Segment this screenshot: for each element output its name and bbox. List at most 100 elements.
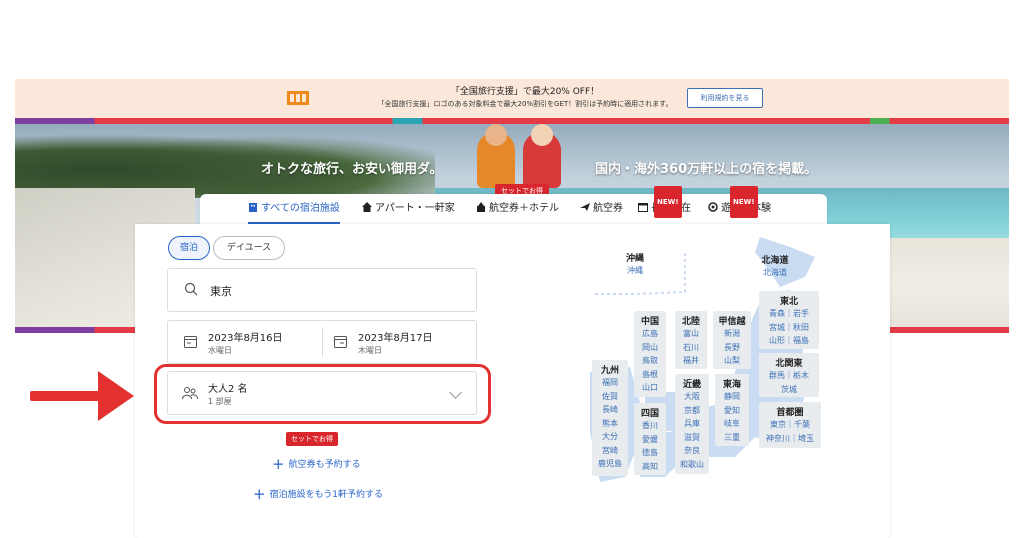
region-okinawa[interactable]: 沖縄 沖縄 — [617, 248, 653, 282]
tab-flight[interactable]: 航空券 — [580, 194, 623, 224]
pref-link[interactable]: 熊本 — [592, 417, 628, 431]
region-name: 北陸 — [681, 317, 700, 327]
pref-link[interactable]: 佐賀 — [592, 390, 628, 404]
pref-link[interactable]: 福井 — [675, 354, 707, 368]
pref-link[interactable]: 山梨 — [713, 354, 751, 368]
new-badge: NEW! — [730, 186, 758, 218]
pref-link[interactable]: 愛媛 — [634, 433, 666, 447]
stay-type-dayuse[interactable]: デイユース — [213, 236, 285, 260]
terms-button[interactable]: 利用規約を見る — [687, 88, 763, 108]
calendar-icon — [638, 203, 648, 212]
pref-link[interactable]: 青森｜岩手 — [759, 307, 819, 321]
pref-link[interactable]: 宮城｜秋田 — [759, 321, 819, 335]
tab-long-stay[interactable]: NEW! 長期滞在 — [638, 186, 691, 224]
tab-all-stays[interactable]: すべての宿泊施設 — [248, 194, 340, 224]
hero-stripe-top — [15, 118, 1009, 124]
region-name: 甲信越 — [718, 317, 746, 327]
region-kinki[interactable]: 近畿 大阪 京都 兵庫 滋賀 奈良 和歌山 — [675, 374, 709, 474]
pref-link[interactable]: 山形｜福島 — [759, 334, 819, 348]
pref-link[interactable]: 徳島 — [634, 446, 666, 460]
region-hokuriku[interactable]: 北陸 富山 石川 福井 — [675, 311, 707, 369]
calendar-icon — [334, 336, 347, 348]
region-chugoku[interactable]: 中国 広島 岡山 鳥取 島根 山口 — [634, 311, 666, 397]
region-koshinetsu[interactable]: 甲信越 新潟 長野 山梨 — [713, 311, 751, 369]
destination-field[interactable]: 東京 — [167, 268, 477, 312]
add-hotel-link[interactable]: + 宿泊施設をもう1軒予約する — [253, 485, 383, 503]
pref-link[interactable]: 高知 — [634, 460, 666, 474]
pref-link[interactable]: 沖縄 — [617, 264, 653, 278]
region-name: 四国 — [640, 409, 659, 419]
pref-link[interactable]: 富山 — [675, 327, 707, 341]
search-icon — [184, 282, 198, 296]
pref-link[interactable]: 愛知 — [715, 404, 749, 418]
pref-link[interactable]: 京都 — [675, 404, 709, 418]
pref-link[interactable]: 神奈川｜埼玉 — [759, 432, 821, 446]
pref-link[interactable]: 大分 — [592, 430, 628, 444]
pref-link[interactable]: 鳥取 — [634, 354, 666, 368]
pref-link[interactable]: 大阪 — [675, 390, 709, 404]
promo-title: 「全国旅行支援」で最大20% OFF！ — [450, 87, 600, 97]
region-hokkaido[interactable]: 北海道 北海道 — [754, 250, 796, 282]
pref-link[interactable]: 滋賀 — [675, 431, 709, 445]
add-flight-link[interactable]: + 航空券も予約する — [272, 455, 361, 473]
region-name: 中国 — [640, 317, 659, 327]
product-tabs: すべての宿泊施設 アパート・一軒家 航空券＋ホテル 航空券 NEW! 長期滞在 … — [200, 186, 827, 224]
house-icon — [362, 202, 372, 212]
region-kitakanto[interactable]: 北関東 群馬｜栃木 茨城 — [759, 353, 819, 397]
calendar-icon — [184, 336, 197, 348]
pref-link[interactable]: 北海道 — [754, 266, 796, 280]
region-name: 北海道 — [761, 256, 789, 266]
plus-icon: + — [272, 455, 285, 473]
pref-link[interactable]: 広島 — [634, 327, 666, 341]
region-kyushu[interactable]: 九州 福岡 佐賀 長崎 熊本 大分 宮崎 鹿児島 — [592, 360, 628, 476]
flight-hotel-icon — [477, 202, 485, 212]
hero-tagline-right: 国内・海外360万軒以上の宿を掲載。 — [595, 162, 818, 177]
region-name: 北関東 — [775, 359, 803, 369]
annotation-arrow-head — [98, 371, 134, 421]
region-tohoku[interactable]: 東北 青森｜岩手 宮城｜秋田 山形｜福島 — [759, 291, 819, 349]
pref-link[interactable]: 奈良 — [675, 444, 709, 458]
building-icon — [249, 203, 257, 212]
tab-label: 航空券 — [593, 203, 623, 214]
region-tokai[interactable]: 東海 静岡 愛知 岐阜 三重 — [715, 374, 749, 446]
stay-type-overnight[interactable]: 宿泊 — [168, 236, 210, 260]
region-shikoku[interactable]: 四国 香川 愛媛 徳島 高知 — [634, 403, 666, 475]
tab-label: アパート・一軒家 — [375, 203, 455, 214]
airplane-icon — [580, 203, 590, 211]
pref-link[interactable]: 鹿児島 — [592, 457, 628, 471]
destination-value: 東京 — [210, 285, 232, 298]
pref-link[interactable]: 長崎 — [592, 403, 628, 417]
pref-link[interactable]: 石川 — [675, 341, 707, 355]
pref-link[interactable]: 兵庫 — [675, 417, 709, 431]
region-name: 九州 — [600, 366, 619, 376]
pref-link[interactable]: 群馬｜栃木 — [759, 369, 819, 383]
pref-link[interactable]: 長野 — [713, 341, 751, 355]
promo-subtitle: 「全国旅行支援」ロゴのある対象料金で最大20%割引をGET！割引は予約時に適用さ… — [377, 100, 673, 108]
tab-apartment[interactable]: アパート・一軒家 — [362, 194, 455, 224]
pref-link[interactable]: 宮崎 — [592, 444, 628, 458]
pref-link[interactable]: 東京｜千葉 — [759, 418, 821, 432]
new-badge: NEW! — [654, 186, 682, 218]
mascot-head — [485, 124, 507, 146]
pref-link[interactable]: 静岡 — [715, 390, 749, 404]
tab-activities[interactable]: NEW! 遊び・体験 — [708, 186, 771, 224]
tab-flight-hotel[interactable]: 航空券＋ホテル — [476, 194, 559, 224]
date-field: 2023年8月16日 水曜日 2023年8月17日 木曜日 — [167, 320, 477, 364]
pref-link[interactable]: 新潟 — [713, 327, 751, 341]
tab-label: すべての宿泊施設 — [261, 203, 340, 214]
pref-link[interactable]: 三重 — [715, 431, 749, 445]
travel-support-logo-icon — [287, 91, 309, 105]
plus-icon: + — [253, 485, 266, 503]
region-name: 近畿 — [682, 380, 701, 390]
region-shutoken[interactable]: 首都圏 東京｜千葉 神奈川｜埼玉 — [759, 402, 821, 448]
pref-link[interactable]: 岐阜 — [715, 417, 749, 431]
pref-link[interactable]: 島根 — [634, 368, 666, 382]
add-hotel-label: 宿泊施設をもう1軒予約する — [269, 490, 384, 500]
pref-link[interactable]: 茨城 — [759, 383, 819, 397]
checkin-date: 2023年8月16日 — [208, 333, 283, 344]
pref-link[interactable]: 和歌山 — [675, 458, 709, 472]
pref-link[interactable]: 山口 — [634, 381, 666, 395]
pref-link[interactable]: 福岡 — [592, 376, 628, 390]
pref-link[interactable]: 岡山 — [634, 341, 666, 355]
pref-link[interactable]: 香川 — [634, 419, 666, 433]
